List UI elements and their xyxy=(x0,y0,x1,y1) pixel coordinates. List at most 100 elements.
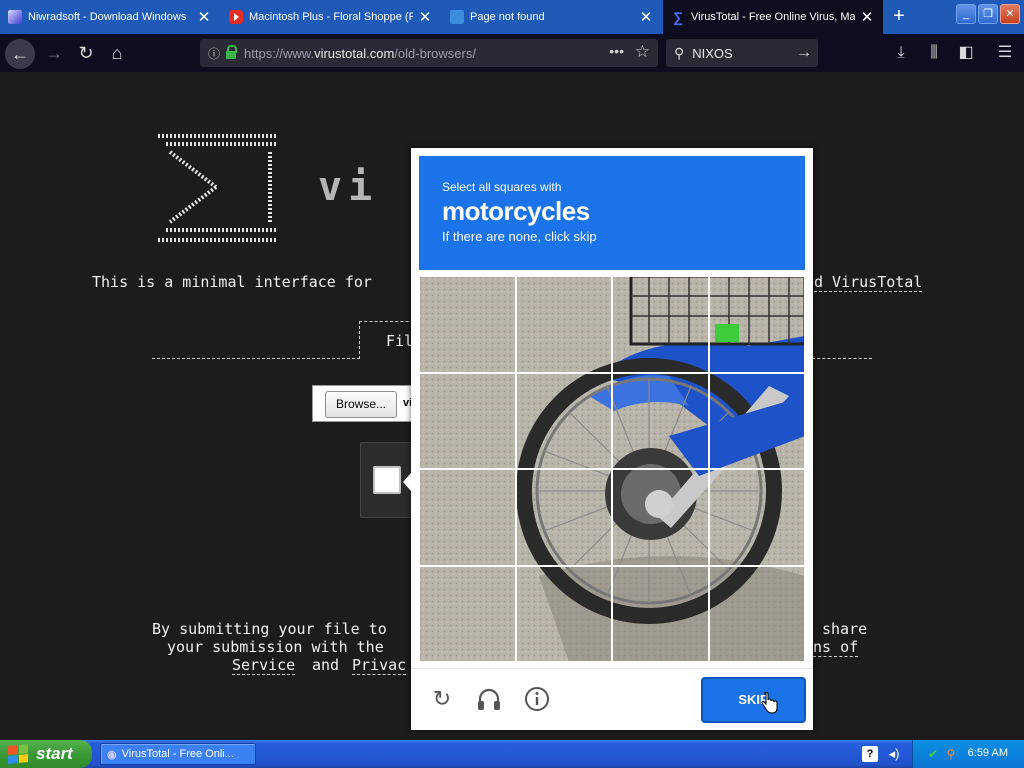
back-button[interactable]: ← xyxy=(5,39,35,69)
search-icon: ⚲ xyxy=(674,44,685,61)
grid-cell[interactable] xyxy=(515,372,612,469)
tab-title: Niwradsoft - Download Windows xyxy=(28,11,187,23)
grid-cell[interactable] xyxy=(612,276,709,373)
grid-cell[interactable] xyxy=(708,372,805,469)
navigation-bar: ← → ↻ ⌂ ⓘ https://www.virustotal.com/old… xyxy=(0,34,1024,72)
prompt-instruction: Select all squares with xyxy=(442,180,562,194)
downloads-icon[interactable]: ⤓ xyxy=(888,40,914,66)
file-label: Fil xyxy=(386,332,414,350)
grid-cell[interactable] xyxy=(708,276,805,373)
grid-cell[interactable] xyxy=(612,372,709,469)
search-go-icon[interactable]: → xyxy=(796,44,812,62)
grid-cell[interactable] xyxy=(612,469,709,566)
sidebar-icon[interactable]: ◧ xyxy=(953,40,979,66)
youtube-icon xyxy=(229,10,243,24)
minimize-button[interactable]: _ xyxy=(956,4,976,24)
tab-title: Page not found xyxy=(470,11,545,23)
info-icon[interactable] xyxy=(523,685,551,713)
terms-text: share xyxy=(822,620,868,638)
close-tab-icon[interactable]: ✕ xyxy=(638,8,654,26)
library-icon[interactable]: ⫼ xyxy=(921,40,947,66)
privacy-policy-link[interactable]: Privac xyxy=(352,656,407,675)
niwradsoft-icon xyxy=(8,10,22,24)
intro-text: This is a minimal interface for xyxy=(92,273,372,291)
grid-cell[interactable] xyxy=(515,565,612,662)
grid-cell[interactable] xyxy=(515,276,612,373)
url-bar[interactable]: ⓘ https://www.virustotal.com/old-browser… xyxy=(200,39,658,67)
terms-of-service-link[interactable]: Service xyxy=(232,656,296,675)
challenge-image-grid xyxy=(419,276,805,662)
reload-button[interactable]: ↻ xyxy=(72,40,100,66)
window-close-button[interactable]: ✕ xyxy=(1000,4,1020,24)
terms-text: and xyxy=(312,656,340,674)
tab-page-not-found[interactable]: Page not found ✕ xyxy=(442,0,662,34)
refresh-icon[interactable]: ↻ xyxy=(428,685,456,713)
url-prefix: https://www. xyxy=(244,45,315,61)
tab-macintosh-plus[interactable]: Macintosh Plus - Floral Shoppe (F ✕ xyxy=(221,0,441,34)
home-button[interactable]: ⌂ xyxy=(103,40,131,66)
file-box-border xyxy=(812,358,872,359)
bookmark-star-icon[interactable]: ☆ xyxy=(635,42,650,62)
tab-niwradsoft[interactable]: Niwradsoft - Download Windows ✕ xyxy=(0,0,220,34)
menu-icon[interactable]: ☰ xyxy=(992,40,1018,66)
tab-title: VirusTotal - Free Online Virus, Ma xyxy=(691,11,855,23)
system-tray: ✔ ⚲ 6:59 AM xyxy=(912,740,1024,768)
grid-cell[interactable] xyxy=(419,276,516,373)
new-tab-button[interactable]: + xyxy=(886,4,912,30)
tab-strip: Niwradsoft - Download Windows ✕ Macintos… xyxy=(0,0,1024,34)
audio-challenge-icon[interactable] xyxy=(475,685,503,713)
grid-cell[interactable] xyxy=(419,372,516,469)
forward-button[interactable]: → xyxy=(40,40,68,66)
page-icon xyxy=(450,10,464,24)
challenge-prompt: Select all squares with motorcycles If t… xyxy=(419,156,805,270)
grid-cell[interactable] xyxy=(419,565,516,662)
page-actions-icon[interactable]: ••• xyxy=(609,43,624,59)
virustotal-icon: ∑ xyxy=(673,9,683,25)
firefox-icon: ◉ xyxy=(107,748,117,761)
url-domain: virustotal.com xyxy=(314,45,395,61)
help-icon[interactable]: ? xyxy=(862,746,878,762)
taskbar: start ◉ VirusTotal - Free Onli... ? ◂) ✔… xyxy=(0,740,1024,768)
skip-button[interactable]: SKIP xyxy=(701,677,806,723)
close-tab-icon[interactable]: ✕ xyxy=(859,8,875,26)
taskbar-item-label: VirusTotal - Free Onli... xyxy=(121,748,234,760)
terms-text: By submitting your file to xyxy=(152,620,387,638)
volume-icon[interactable]: ◂) xyxy=(886,746,902,762)
tab-title: Macintosh Plus - Floral Shoppe (F xyxy=(249,11,413,23)
search-bar[interactable]: ⚲ NIXOS → xyxy=(666,39,818,67)
grid-cell[interactable] xyxy=(708,469,805,566)
challenge-footer: ↻ SKIP xyxy=(411,668,813,730)
virustotal-logo-icon xyxy=(158,134,278,242)
start-label: start xyxy=(36,744,73,763)
search-input[interactable]: NIXOS xyxy=(692,46,796,61)
url-path: /old-browsers/ xyxy=(394,45,476,61)
prompt-keyword: motorcycles xyxy=(442,196,590,226)
lock-icon xyxy=(226,45,238,59)
file-box-border xyxy=(152,358,360,359)
terms-link[interactable]: ns of xyxy=(813,638,859,657)
prompt-hint: If there are none, click skip xyxy=(442,229,597,244)
start-button[interactable]: start xyxy=(0,740,92,768)
info-icon[interactable]: ⓘ xyxy=(208,45,220,62)
url-text[interactable]: https://www.virustotal.com/old-browsers/ xyxy=(244,46,476,61)
terms-text: your submission with the xyxy=(167,638,384,656)
grid-cell[interactable] xyxy=(612,565,709,662)
taskbar-item-virustotal[interactable]: ◉ VirusTotal - Free Onli... xyxy=(100,743,256,765)
grid-cell[interactable] xyxy=(708,565,805,662)
grid-cell[interactable] xyxy=(515,469,612,566)
security-shield-icon[interactable]: ✔ xyxy=(925,746,941,762)
hand-cursor-icon xyxy=(761,692,778,714)
virustotal-link[interactable]: d VirusTotal xyxy=(814,273,923,292)
clock[interactable]: 6:59 AM xyxy=(968,747,1008,759)
file-input[interactable]: Browse... vi xyxy=(312,385,422,422)
restore-button[interactable]: ❐ xyxy=(978,4,998,24)
network-search-icon[interactable]: ⚲ xyxy=(943,746,959,762)
tab-virustotal[interactable]: ∑ VirusTotal - Free Online Virus, Ma ✕ xyxy=(663,0,883,34)
ascii-wordmark: vi xyxy=(318,164,379,210)
grid-cell[interactable] xyxy=(419,469,516,566)
close-tab-icon[interactable]: ✕ xyxy=(417,8,433,26)
captcha-checkbox[interactable] xyxy=(373,466,401,494)
windows-logo-icon xyxy=(8,743,28,765)
browse-button[interactable]: Browse... xyxy=(325,391,397,418)
close-tab-icon[interactable]: ✕ xyxy=(196,8,212,26)
